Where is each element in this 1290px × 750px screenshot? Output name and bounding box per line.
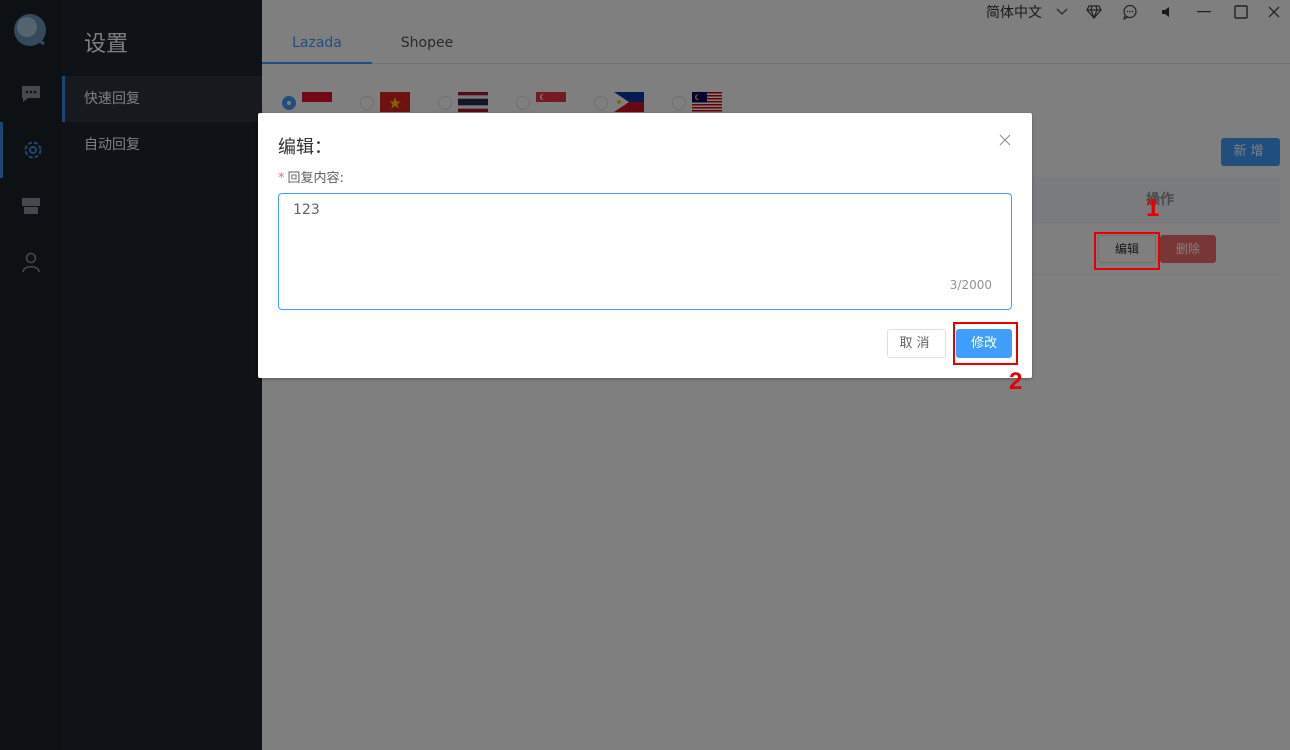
cancel-button[interactable]: 取消 — [887, 329, 946, 358]
reply-content-label: * 回复内容: — [278, 167, 344, 186]
dialog-title: 编辑： — [278, 137, 332, 158]
annotation-box-1 — [1094, 232, 1160, 270]
field-label-text: 回复内容: — [287, 171, 344, 186]
annotation-number-2: 2 — [1009, 368, 1023, 395]
annotation-box-2 — [953, 322, 1018, 365]
char-counter: 3/2000 — [949, 278, 992, 292]
annotation-number-1: 1 — [1146, 195, 1160, 222]
dialog-close-icon[interactable] — [998, 133, 1012, 147]
reply-content-input[interactable] — [278, 193, 1012, 310]
edit-dialog: 编辑： *回复内容: 3/2000 取消 修改 — [258, 113, 1032, 378]
required-mark: * — [278, 171, 285, 186]
